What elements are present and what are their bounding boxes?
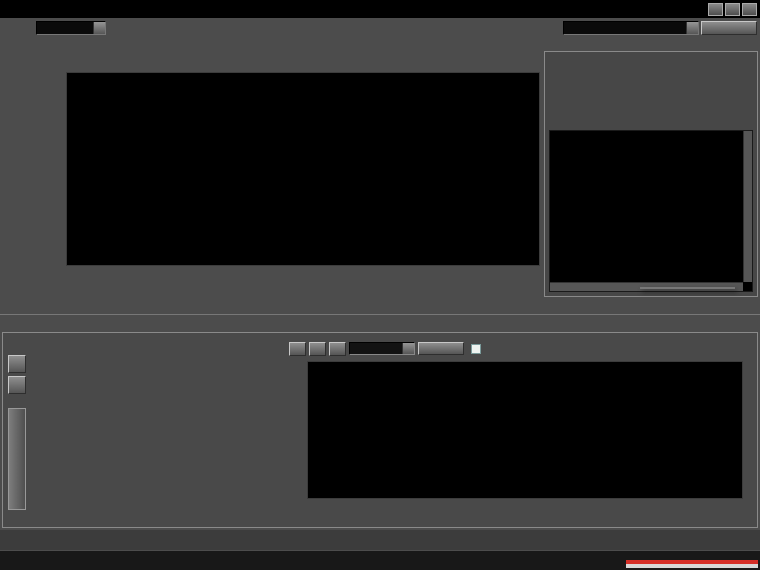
measure-body	[2, 332, 758, 528]
maximize-button[interactable]	[725, 3, 740, 16]
titlebar	[0, 0, 760, 18]
operation-strip	[8, 355, 28, 510]
chart-footer	[66, 280, 540, 302]
pf-plot[interactable]	[307, 361, 743, 499]
dropdown-arrow-icon[interactable]	[402, 343, 414, 354]
tab-operation[interactable]	[8, 408, 26, 510]
spectrum-plot[interactable]	[66, 72, 540, 266]
measure-panel	[0, 314, 760, 530]
minimize-button[interactable]	[708, 3, 723, 16]
stop-freq	[535, 280, 540, 302]
span-center-freq	[300, 280, 305, 302]
zoom-button[interactable]	[309, 342, 326, 356]
spectrum-chart	[32, 70, 544, 312]
window-buttons	[708, 3, 757, 16]
watermark-subtitle	[626, 564, 758, 568]
marker-buttons	[545, 52, 757, 64]
auto-settings	[150, 42, 312, 72]
close-button[interactable]	[742, 3, 757, 16]
pf-toolbar	[289, 341, 485, 356]
watermark	[626, 560, 758, 568]
clear-button[interactable]	[418, 342, 464, 355]
checkbox-icon[interactable]	[471, 344, 481, 354]
marker-panel	[544, 37, 758, 297]
scroll-up-button[interactable]	[8, 355, 26, 373]
pf-settings	[39, 357, 281, 367]
pause-button[interactable]	[701, 21, 757, 35]
bottom-tabs	[0, 530, 760, 550]
marker-table-header	[550, 131, 743, 145]
advanced-operation-select[interactable]	[563, 21, 699, 35]
scroll-down-button[interactable]	[8, 376, 26, 394]
fail-trace-menu	[640, 287, 735, 289]
offon-toggle[interactable]	[471, 344, 485, 354]
dropdown-arrow-icon[interactable]	[93, 22, 105, 34]
marker-panel-body	[544, 51, 758, 297]
vertical-scrollbar[interactable]	[743, 131, 752, 282]
marker-table-body	[550, 145, 743, 282]
pan-button[interactable]	[289, 342, 306, 356]
trace-select[interactable]	[36, 21, 106, 35]
start-freq	[66, 280, 71, 302]
pf-chart-area	[285, 341, 755, 529]
marker-table	[549, 130, 753, 292]
app-window	[0, 0, 760, 570]
dropdown-arrow-icon[interactable]	[686, 22, 698, 34]
prev-button[interactable]	[329, 342, 346, 356]
fail-trace-select[interactable]	[349, 342, 415, 355]
